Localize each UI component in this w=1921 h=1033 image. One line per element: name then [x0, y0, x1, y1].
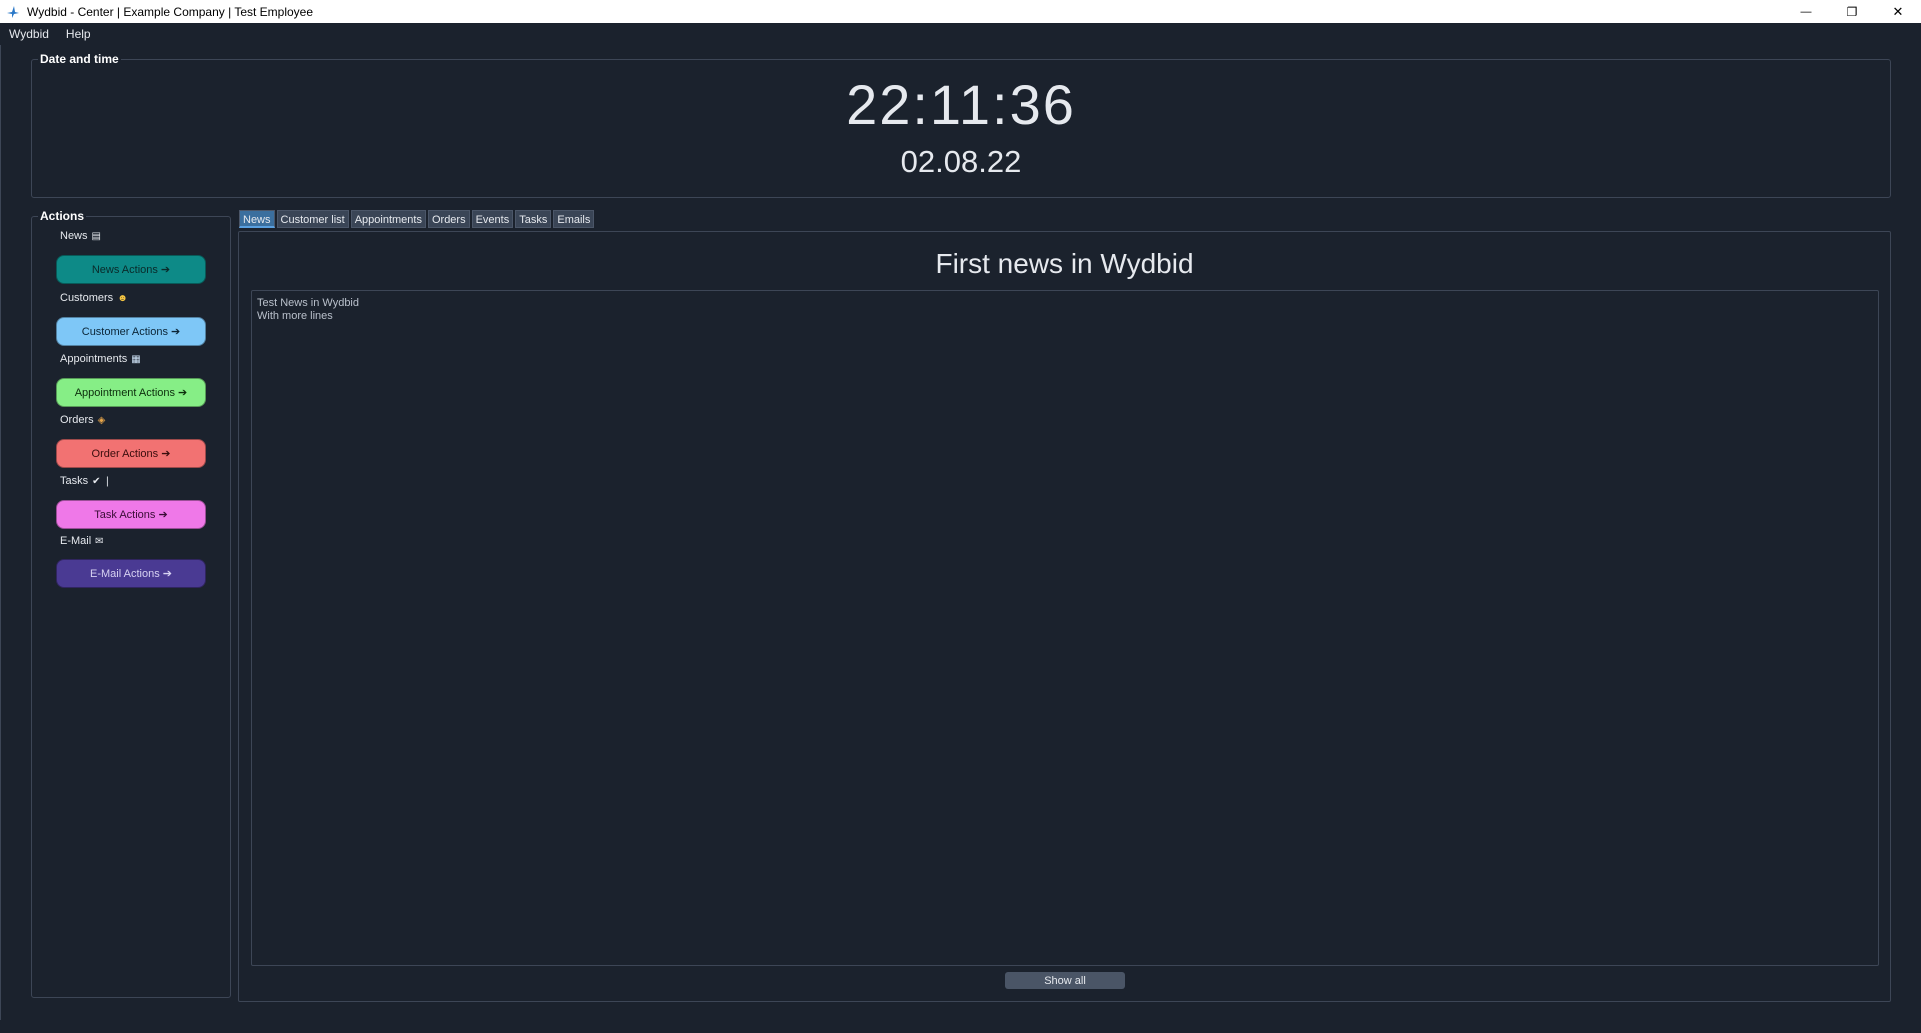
customers-section-text: Customers: [60, 292, 114, 304]
tasks-section-label: Tasks ✔ ❘: [60, 475, 112, 487]
orders-section-label: Orders ◈: [60, 414, 105, 426]
appointments-section-label: Appointments ▦: [60, 353, 141, 365]
email-actions-button[interactable]: E-Mail Actions ➔: [56, 559, 206, 588]
restore-button[interactable]: ❐: [1829, 0, 1875, 23]
menu-bar: Wydbid Help: [0, 23, 1921, 45]
appointments-section-text: Appointments: [60, 353, 128, 365]
task-actions-button[interactable]: Task Actions ➔: [56, 500, 206, 529]
tab-news[interactable]: News: [239, 210, 275, 228]
close-button[interactable]: ✕: [1875, 0, 1921, 23]
package-icon: ◈: [97, 414, 106, 426]
person-icon: ☻: [117, 292, 128, 304]
tab-tasks[interactable]: Tasks: [515, 210, 552, 228]
date-time-group-title: Date and time: [38, 52, 121, 66]
news-title: First news in Wydbid: [935, 248, 1194, 279]
calendar-icon: ▦: [131, 353, 141, 365]
email-section-text: E-Mail: [60, 535, 92, 547]
minimize-button[interactable]: —: [1783, 0, 1829, 23]
tab-bar: News Customer list Appointments Orders E…: [239, 210, 595, 229]
date-time-group: Date and time 22:11:36 02.08.22: [31, 52, 1891, 198]
news-body-line: With more lines: [257, 310, 333, 322]
customer-actions-button[interactable]: Customer Actions ➔: [56, 317, 206, 346]
tab-emails[interactable]: Emails: [553, 210, 595, 228]
tasks-section-text: Tasks: [60, 475, 89, 487]
tab-customer-list[interactable]: Customer list: [276, 210, 349, 228]
close-icon: ✕: [1892, 3, 1904, 19]
news-actions-button[interactable]: News Actions ➔: [56, 255, 206, 284]
news-body-line: Test News in Wydbid: [257, 297, 359, 309]
email-icon: ✉: [95, 535, 104, 547]
actions-group: Actions News ▤ News Actions ➔ Customers …: [31, 209, 231, 998]
menu-help[interactable]: Help: [58, 23, 99, 45]
news-tab-panel: First news in Wydbid Test News in Wydbid…: [238, 231, 1891, 1002]
window-title: Wydbid - Center | Example Company | Test…: [27, 4, 314, 19]
minimize-icon: —: [1800, 5, 1812, 18]
checkmark-icon: ✔ ❘: [92, 475, 112, 487]
news-section-label: News ▤: [60, 230, 101, 242]
show-all-button[interactable]: Show all: [1005, 972, 1125, 989]
menu-wydbid[interactable]: Wydbid: [1, 23, 57, 45]
order-actions-button[interactable]: Order Actions ➔: [56, 439, 206, 468]
customers-section-label: Customers ☻: [60, 292, 128, 304]
window-title-bar: Wydbid - Center | Example Company | Test…: [0, 0, 1921, 23]
tab-appointments[interactable]: Appointments: [350, 210, 426, 228]
app-logo-icon: [5, 4, 21, 20]
tab-events[interactable]: Events: [471, 210, 514, 228]
news-body-text-area[interactable]: Test News in Wydbid With more lines: [251, 290, 1879, 966]
appointment-actions-button[interactable]: Appointment Actions ➔: [56, 378, 206, 407]
restore-icon: ❐: [1846, 4, 1858, 19]
clock-display: 22:11:36: [846, 73, 1076, 136]
date-display: 02.08.22: [900, 144, 1022, 179]
orders-section-text: Orders: [60, 414, 94, 426]
news-section-text: News: [60, 230, 88, 242]
window-left-border: [0, 45, 1, 1020]
email-section-label: E-Mail ✉: [60, 535, 104, 547]
tab-orders[interactable]: Orders: [427, 210, 470, 228]
actions-group-title: Actions: [38, 209, 87, 223]
newspaper-icon: ▤: [91, 230, 101, 242]
